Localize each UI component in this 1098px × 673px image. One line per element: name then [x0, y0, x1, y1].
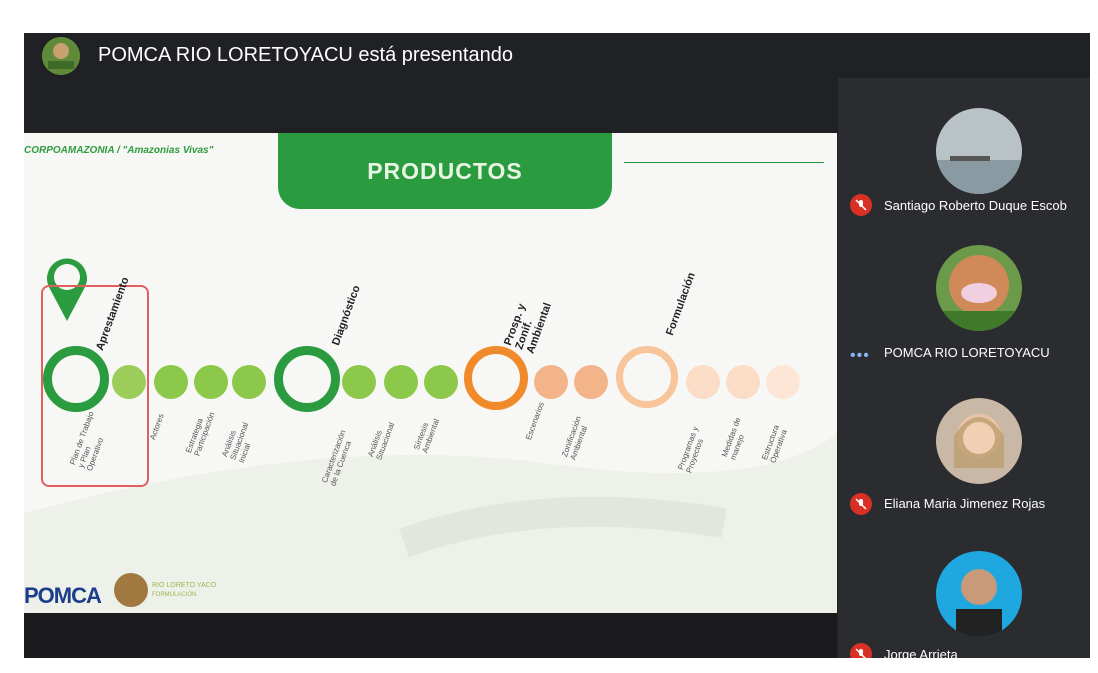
participant-name: Eliana Maria Jimenez Rojas — [884, 496, 1046, 511]
products-banner: PRODUCTOS — [278, 133, 612, 209]
stage-ring-formulacion — [616, 346, 678, 408]
item-dot — [424, 365, 458, 399]
pomca-logo-text: POMCA — [24, 583, 102, 608]
item-dot — [766, 365, 800, 399]
avatar — [936, 398, 1022, 484]
footer-subtitle: RIO LORETO YACO — [152, 582, 217, 589]
presenting-bar: POMCA RIO LORETOYACU está presentando — [24, 33, 1090, 78]
mic-off-icon — [850, 643, 872, 658]
bottom-bar — [24, 613, 837, 658]
avatar — [936, 108, 1022, 194]
participant-name: POMCA RIO LORETOYACU — [884, 345, 1050, 360]
presenting-title: POMCA RIO LORETOYACU está presentando — [98, 44, 513, 66]
item-dot — [194, 365, 228, 399]
stage-ring-aprestamiento — [43, 346, 109, 412]
item-dot — [686, 365, 720, 399]
participant-tile[interactable]: Santiago Roberto Duque Escob — [838, 78, 1090, 223]
mic-off-icon — [850, 194, 872, 216]
slide-title: PRODUCTOS — [367, 157, 523, 184]
participant-tile[interactable]: Jorge Arrieta — [838, 513, 1090, 658]
pomca-seal — [114, 573, 148, 607]
avatar — [936, 245, 1022, 331]
avatar — [936, 551, 1022, 637]
participant-name: Santiago Roberto Duque Escob — [884, 198, 1067, 213]
item-dot — [574, 365, 608, 399]
presenter-avatar — [42, 36, 80, 75]
stage-ring-prospectiva — [464, 346, 528, 410]
item-dot — [342, 365, 376, 399]
footer-subtitle-2: FORMULACIÓN — [152, 592, 197, 598]
participant-tile[interactable]: ••• POMCA RIO LORETOYACU — [838, 223, 1090, 368]
item-dot — [534, 365, 568, 399]
participant-tile[interactable]: Eliana Maria Jimenez Rojas — [838, 368, 1090, 515]
stage-ring-diagnostico — [274, 346, 340, 412]
decorative-line — [624, 148, 824, 163]
item-dot — [154, 365, 188, 399]
more-dots-icon: ••• — [850, 347, 870, 364]
meet-window: POMCA RIO LORETOYACU está presentando CO… — [24, 33, 1090, 658]
item-dot — [384, 365, 418, 399]
item-dot — [726, 365, 760, 399]
shared-slide: CORPOAMAZONIA / "Amazonias Vivas" PRODUC… — [24, 133, 837, 613]
mic-off-icon — [850, 493, 872, 515]
item-dot — [112, 365, 146, 399]
slide-tag: CORPOAMAZONIA / "Amazonias Vivas" — [24, 145, 214, 156]
item-dot — [232, 365, 266, 399]
participant-name: Jorge Arrieta — [884, 647, 958, 658]
participants-sidebar: Santiago Roberto Duque Escob ••• POMCA R… — [838, 78, 1090, 658]
